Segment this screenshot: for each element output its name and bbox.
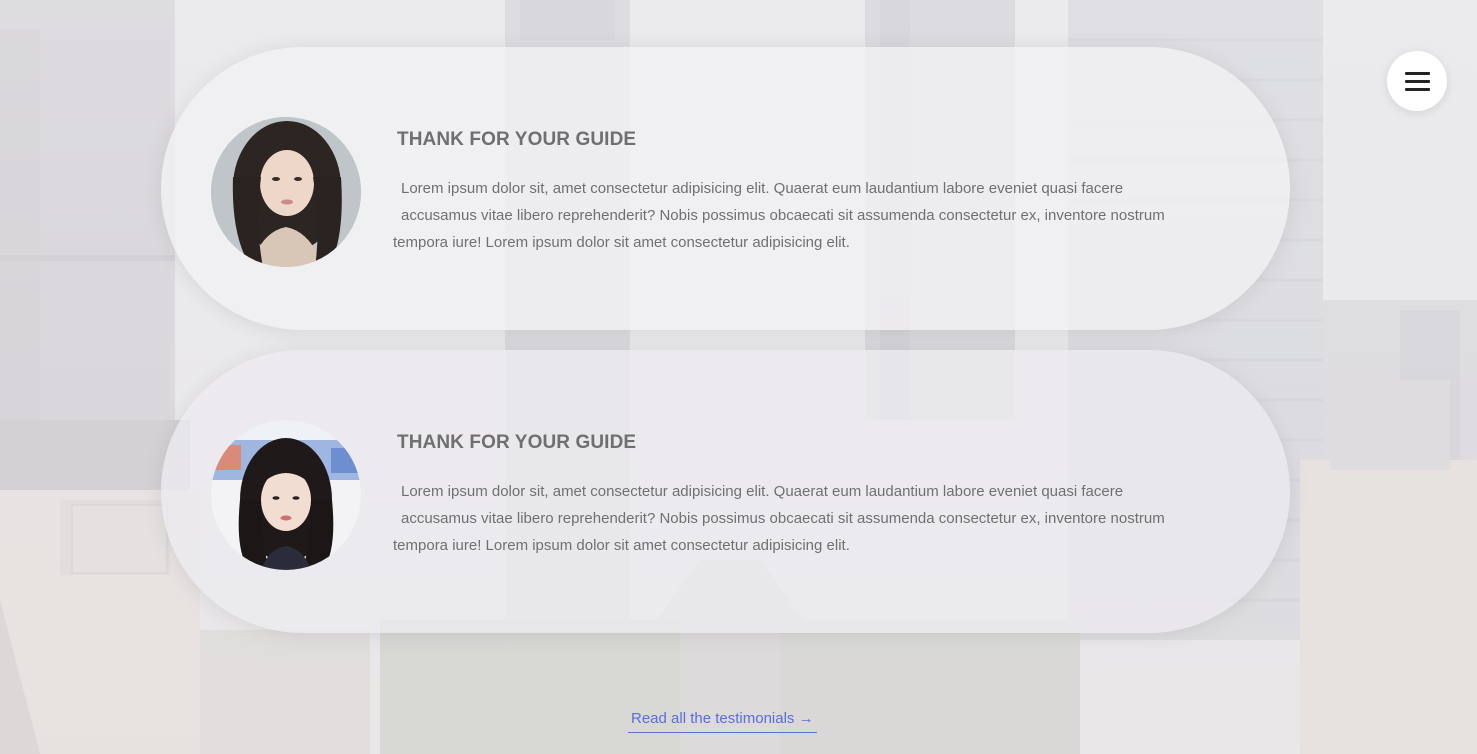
testimonial-text: Lorem ipsum dolor sit, amet consectetur … — [393, 478, 1213, 559]
testimonial-text-line: tempora iure! Lorem ipsum dolor sit amet… — [393, 537, 850, 554]
avatar-woman-1-image — [211, 117, 361, 267]
testimonial-title: THANK FOR YOUR GUIDE — [397, 432, 637, 453]
avatar-woman-2-image — [211, 420, 361, 570]
testimonial-text-line: accusamus vitae libero reprehenderit? No… — [401, 510, 1165, 527]
hamburger-menu-icon — [1405, 88, 1430, 91]
avatar — [211, 117, 361, 267]
testimonial-text-line: tempora iure! Lorem ipsum dolor sit amet… — [393, 234, 850, 251]
testimonial-card: THANK FOR YOUR GUIDE Lorem ipsum dolor s… — [161, 47, 1290, 330]
testimonials-page: THANK FOR YOUR GUIDE Lorem ipsum dolor s… — [0, 0, 1477, 754]
read-all-testimonials-link[interactable]: Read all the testimonials → — [628, 708, 817, 733]
testimonial-text-line: Lorem ipsum dolor sit, amet consectetur … — [401, 180, 1124, 197]
testimonial-text-line: accusamus vitae libero reprehenderit? No… — [401, 207, 1165, 224]
menu-button[interactable] — [1387, 51, 1447, 111]
testimonial-text-line: Lorem ipsum dolor sit, amet consectetur … — [401, 483, 1124, 500]
testimonial-card: THANK FOR YOUR GUIDE Lorem ipsum dolor s… — [161, 350, 1290, 633]
avatar — [211, 420, 361, 570]
hamburger-menu-icon — [1405, 72, 1430, 75]
hamburger-menu-icon — [1405, 80, 1430, 83]
testimonial-title: THANK FOR YOUR GUIDE — [397, 129, 637, 150]
testimonial-text: Lorem ipsum dolor sit, amet consectetur … — [393, 175, 1213, 256]
